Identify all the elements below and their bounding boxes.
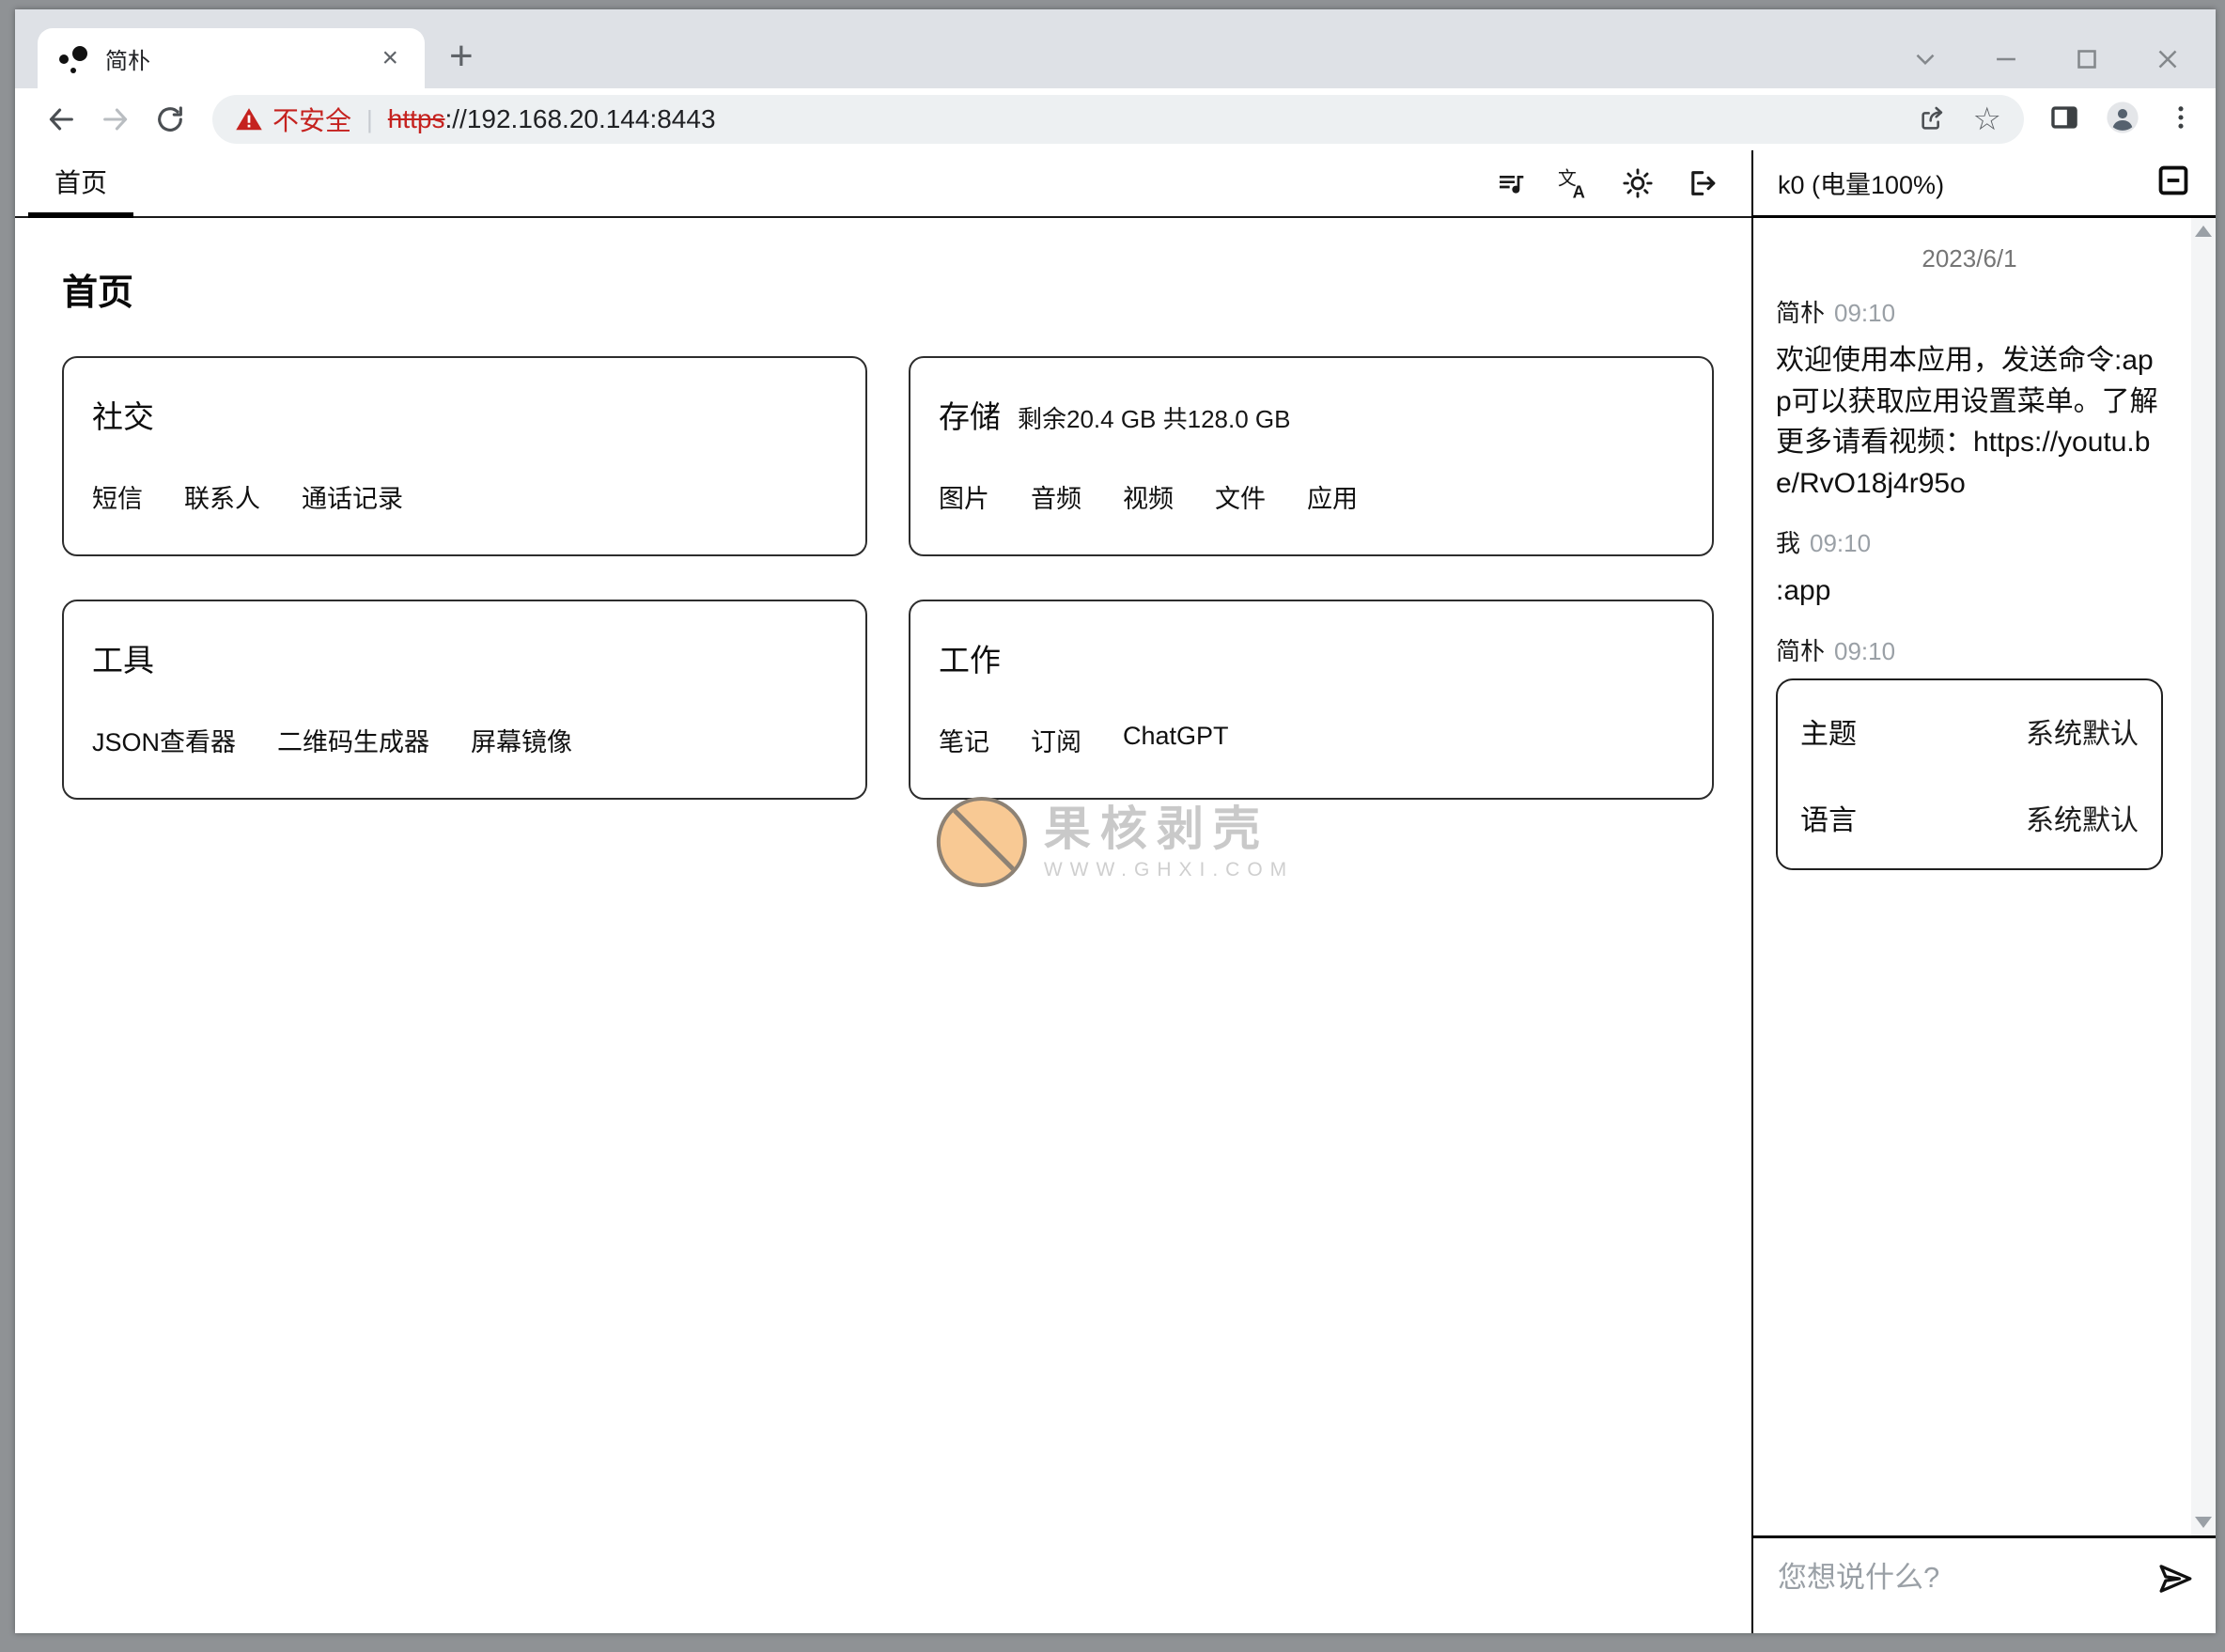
share-icon[interactable]	[1917, 104, 1947, 134]
message-time: 09:10	[1810, 529, 1872, 557]
message-meta: 简朴 09:10	[1776, 294, 2163, 329]
card-title: 工具	[92, 643, 154, 678]
card-grid: 社交短信 联系人 通话记录 存储 剩余20.4 GB 共128.0 GB 图片 音频 视频 文件…	[62, 356, 1714, 800]
address-bar[interactable]: 不安全 | https ://192.168.20.144:8443 ☆	[212, 95, 2024, 144]
setting-label: 主题	[1800, 718, 1857, 750]
message-sender: 简朴	[1776, 636, 1826, 665]
message-text: 欢迎使用本应用，发送命令:app可以获取应用设置菜单。了解更多请看视频：http…	[1776, 345, 2158, 499]
setting-value: 系统默认	[2026, 718, 2139, 750]
message-meta: 我 09:10	[1776, 524, 2163, 559]
card-link[interactable]: 音频	[1031, 478, 1081, 515]
warning-triangle-icon	[236, 108, 262, 131]
not-secure-label: 不安全	[272, 106, 352, 135]
chat-scrollbar[interactable]	[2191, 218, 2216, 1535]
window-minimize-icon[interactable]	[1990, 43, 2022, 75]
main-panel: 首页 文A 首页 社交 短信 联系人 通话记录 存储 剩余20.4 GB 共12…	[15, 150, 1753, 1633]
tab-close-icon[interactable]: ×	[376, 42, 404, 74]
brightness-sun-icon[interactable]	[1622, 167, 1654, 199]
browser-toolbar: 不安全 | https ://192.168.20.144:8443 ☆	[15, 88, 2216, 150]
profile-avatar-icon[interactable]	[2105, 100, 2140, 140]
page-title: 首页	[62, 273, 134, 313]
security-warning[interactable]: 不安全	[235, 101, 351, 138]
back-icon[interactable]	[45, 103, 77, 135]
site-favicon-icon	[58, 42, 90, 74]
address-separator: |	[366, 104, 373, 133]
message-sender: 简朴	[1776, 299, 1826, 327]
settings-menu-row[interactable]: 语言 系统默认	[1800, 774, 2139, 861]
logout-icon[interactable]	[1686, 167, 1718, 199]
card-link[interactable]: ChatGPT	[1123, 722, 1229, 758]
category-card: 工具 JSON查看器 二维码生成器 屏幕镜像	[62, 600, 867, 800]
new-tab-button[interactable]: +	[449, 36, 474, 77]
reload-icon[interactable]	[154, 103, 186, 135]
message-meta: 简朴 09:10	[1776, 632, 2163, 667]
device-status-label: k0 (电量100%)	[1778, 171, 1945, 199]
main-content: 首页 社交短信 联系人 通话记录 存储 剩余20.4 GB 共128.0 GB 图片 音频 视…	[15, 218, 1751, 1633]
chat-message-input[interactable]	[1778, 1555, 2148, 1595]
card-link[interactable]: 图片	[939, 478, 989, 515]
card-link[interactable]: 屏幕镜像	[471, 722, 572, 758]
card-link[interactable]: 联系人	[184, 478, 260, 515]
category-card: 存储 剩余20.4 GB 共128.0 GB 图片 音频 视频 文件 应用	[909, 356, 1714, 556]
setting-value: 系统默认	[2026, 804, 2139, 836]
message-sender: 我	[1776, 529, 1801, 557]
browser-window: 简朴 × + 不安全 | https://192.168.20.144:844…	[15, 9, 2216, 1633]
scroll-down-icon[interactable]	[2195, 1517, 2212, 1528]
settings-menu-card: 主题 系统默认 语言 系统默认	[1776, 678, 2163, 870]
svg-text:A: A	[1573, 182, 1585, 199]
forward-icon[interactable]	[100, 103, 132, 135]
card-link[interactable]: 文件	[1215, 478, 1266, 515]
menu-kebab-icon[interactable]	[2165, 101, 2197, 138]
chat-message-list[interactable]: 2023/6/1 简朴 09:10 欢迎使用本应用，发送命令:app可以获取应用设置…	[1753, 218, 2216, 1535]
url-host: ://192.168.20.144:8443	[444, 104, 716, 133]
chat-header: k0 (电量100%)	[1753, 150, 2216, 218]
bookmark-star-icon[interactable]: ☆	[1973, 103, 2001, 135]
window-close-icon[interactable]	[2152, 43, 2184, 75]
card-link[interactable]: 应用	[1307, 478, 1358, 515]
window-restore-down-icon[interactable]	[1909, 43, 1941, 75]
card-link[interactable]: 二维码生成器	[277, 722, 429, 758]
card-link[interactable]: 订阅	[1031, 722, 1081, 758]
card-link[interactable]: 视频	[1123, 478, 1174, 515]
chat-date: 2023/6/1	[1922, 244, 2017, 273]
side-panel-icon[interactable]	[2048, 101, 2080, 138]
card-link[interactable]: 笔记	[939, 722, 989, 758]
message-text: :app	[1776, 575, 1831, 606]
tab-strip: 简朴 × +	[15, 9, 2216, 88]
translate-icon[interactable]: 文A	[1558, 167, 1590, 199]
card-subtitle: 剩余20.4 GB 共128.0 GB	[1018, 405, 1291, 433]
tab-title: 简朴	[105, 48, 150, 74]
category-card: 社交短信 联系人 通话记录	[62, 356, 867, 556]
app-area: 首页 文A 首页 社交 短信 联系人 通话记录 存储 剩余20.4 GB 共12…	[15, 150, 2216, 1633]
message-time: 09:10	[1834, 299, 1896, 327]
app-header: 首页 文A	[15, 150, 1751, 218]
chat-panel: k0 (电量100%) 2023/6/1 简朴 09:10 欢迎使用本应用，发送命令…	[1753, 150, 2216, 1633]
card-link[interactable]: 通话记录	[302, 478, 403, 515]
card-title: 存储	[939, 399, 1001, 434]
scroll-up-icon[interactable]	[2195, 226, 2212, 237]
url-scheme: https	[387, 104, 445, 133]
tab-home[interactable]: 首页	[28, 150, 134, 218]
setting-label: 语言	[1800, 804, 1857, 836]
playlist-music-icon[interactable]	[1496, 168, 1526, 198]
card-link[interactable]: 短信	[92, 478, 143, 515]
send-icon[interactable]	[2155, 1559, 2195, 1603]
message-time: 09:10	[1834, 636, 1896, 665]
collapse-panel-icon[interactable]	[2155, 163, 2191, 203]
browser-tab[interactable]: 简朴 ×	[38, 28, 425, 88]
chat-input-bar	[1753, 1535, 2216, 1633]
settings-menu-row[interactable]: 主题 系统默认	[1800, 688, 2139, 774]
card-title: 工作	[939, 643, 1001, 678]
category-card: 工作笔记 订阅 ChatGPT	[909, 600, 1714, 800]
card-title: 社交	[92, 399, 154, 434]
window-maximize-icon[interactable]	[2071, 43, 2103, 75]
card-link[interactable]: JSON查看器	[92, 722, 236, 758]
